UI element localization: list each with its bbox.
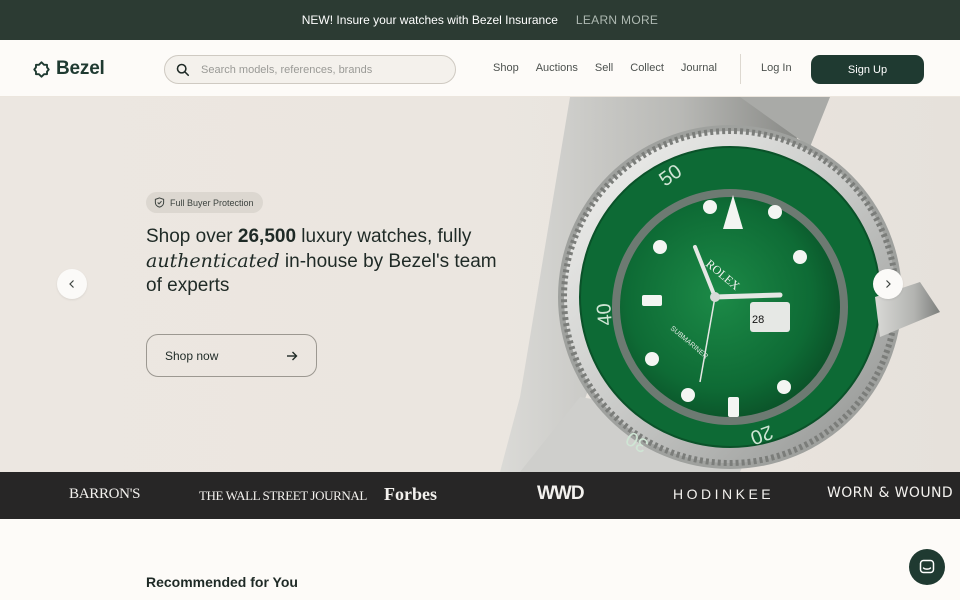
chevron-right-icon: [886, 280, 891, 288]
press-logo-barrons: BARRON'S: [69, 486, 141, 502]
chat-button[interactable]: [909, 549, 945, 585]
header-divider: [740, 54, 741, 84]
press-logo-worn-wound: WORN & WOUND: [827, 485, 954, 501]
nav-item-shop[interactable]: Shop: [493, 62, 519, 74]
nav-item-auctions[interactable]: Auctions: [536, 62, 578, 74]
search-input[interactable]: [201, 63, 441, 76]
svg-text:28: 28: [752, 314, 764, 326]
headline-count: 26,500: [237, 226, 297, 247]
announcement-bar: NEW! Insure your watches with Bezel Insu…: [0, 0, 960, 40]
headline-part1: Shop over: [146, 226, 238, 247]
hero-headline: Shop over 26,500 luxury watches, fully au…: [146, 225, 516, 298]
carousel-next-button[interactable]: [873, 269, 903, 299]
headline-part2: luxury watches, fully: [296, 226, 472, 247]
learn-more-link[interactable]: LEARN MORE: [576, 13, 658, 27]
signup-button[interactable]: Sign Up: [811, 55, 924, 84]
hero-banner: 50 40 30 20 28 ROLEX SUBMARINER Full Buy…: [0, 97, 960, 472]
press-logo-hodinkee: HODINKEE: [673, 486, 775, 502]
chevron-left-icon: [69, 280, 74, 288]
nav-item-sell[interactable]: Sell: [595, 62, 613, 74]
login-link[interactable]: Log In: [761, 62, 792, 74]
nav-item-collect[interactable]: Collect: [630, 62, 664, 74]
badge-text: Full Buyer Protection: [170, 197, 254, 208]
chat-icon: [919, 559, 935, 574]
press-logo-wwd: WWD: [537, 483, 585, 504]
shop-now-label: Shop now: [165, 348, 219, 363]
logo[interactable]: Bezel: [33, 58, 105, 80]
press-logos-strip: BARRON'S THE WALL STREET JOURNAL Forbes …: [0, 472, 960, 519]
nav-item-journal[interactable]: Journal: [681, 62, 717, 74]
headline-emphasis: authenticated: [146, 250, 280, 272]
search-bar[interactable]: [164, 55, 456, 84]
press-logo-wsj: THE WALL STREET JOURNAL: [199, 488, 367, 503]
buyer-protection-badge: Full Buyer Protection: [146, 192, 263, 213]
bezel-logo-icon: [33, 60, 50, 78]
shop-now-button[interactable]: Shop now: [146, 334, 317, 377]
recommended-section-title: Recommended for You: [146, 574, 298, 590]
main-nav: Shop Auctions Sell Collect Journal: [493, 62, 717, 74]
press-logo-forbes: Forbes: [384, 484, 437, 504]
shield-check-icon: [154, 197, 165, 208]
logo-text: Bezel: [56, 58, 105, 79]
carousel-prev-button[interactable]: [57, 269, 87, 299]
search-icon: [176, 63, 190, 76]
site-header: Bezel Shop Auctions Sell Collect Journal…: [0, 40, 960, 97]
announcement-text: NEW! Insure your watches with Bezel Insu…: [301, 13, 558, 27]
arrow-right-icon: [287, 351, 298, 360]
